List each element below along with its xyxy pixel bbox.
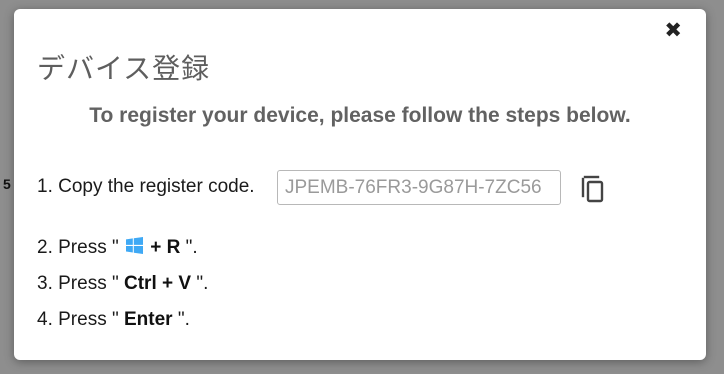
- step-3: 3. Press " Ctrl + V ".: [37, 273, 208, 295]
- step-2-key: + R: [150, 237, 181, 258]
- windows-logo-icon: [126, 237, 143, 260]
- step-2: 2. Press " + R ".: [37, 237, 198, 260]
- step-4-prefix: 4. Press ": [37, 309, 119, 330]
- step-1: 1. Copy the register code.: [37, 176, 255, 198]
- step-1-text: 1. Copy the register code.: [37, 176, 255, 197]
- step-4-suffix: ".: [177, 309, 190, 330]
- step-3-key: Ctrl + V: [124, 273, 192, 294]
- register-code-field[interactable]: [277, 170, 561, 205]
- close-icon[interactable]: ✖: [664, 19, 682, 42]
- step-3-suffix: ".: [196, 273, 209, 294]
- step-4-key: Enter: [124, 309, 173, 330]
- step-3-prefix: 3. Press ": [37, 273, 119, 294]
- device-registration-modal: ✖ デバイス登録 To register your device, please…: [14, 9, 706, 360]
- step-4: 4. Press " Enter ".: [37, 309, 190, 331]
- close-button[interactable]: ✖: [664, 19, 682, 43]
- copy-button[interactable]: [580, 174, 606, 204]
- backdrop-stray-text: 5: [3, 176, 11, 192]
- step-2-suffix: ".: [185, 237, 198, 258]
- step-2-prefix: 2. Press ": [37, 237, 119, 258]
- instructions-subtitle: To register your device, please follow t…: [89, 104, 631, 127]
- copy-icon[interactable]: [580, 174, 606, 204]
- modal-title: デバイス登録: [37, 52, 211, 85]
